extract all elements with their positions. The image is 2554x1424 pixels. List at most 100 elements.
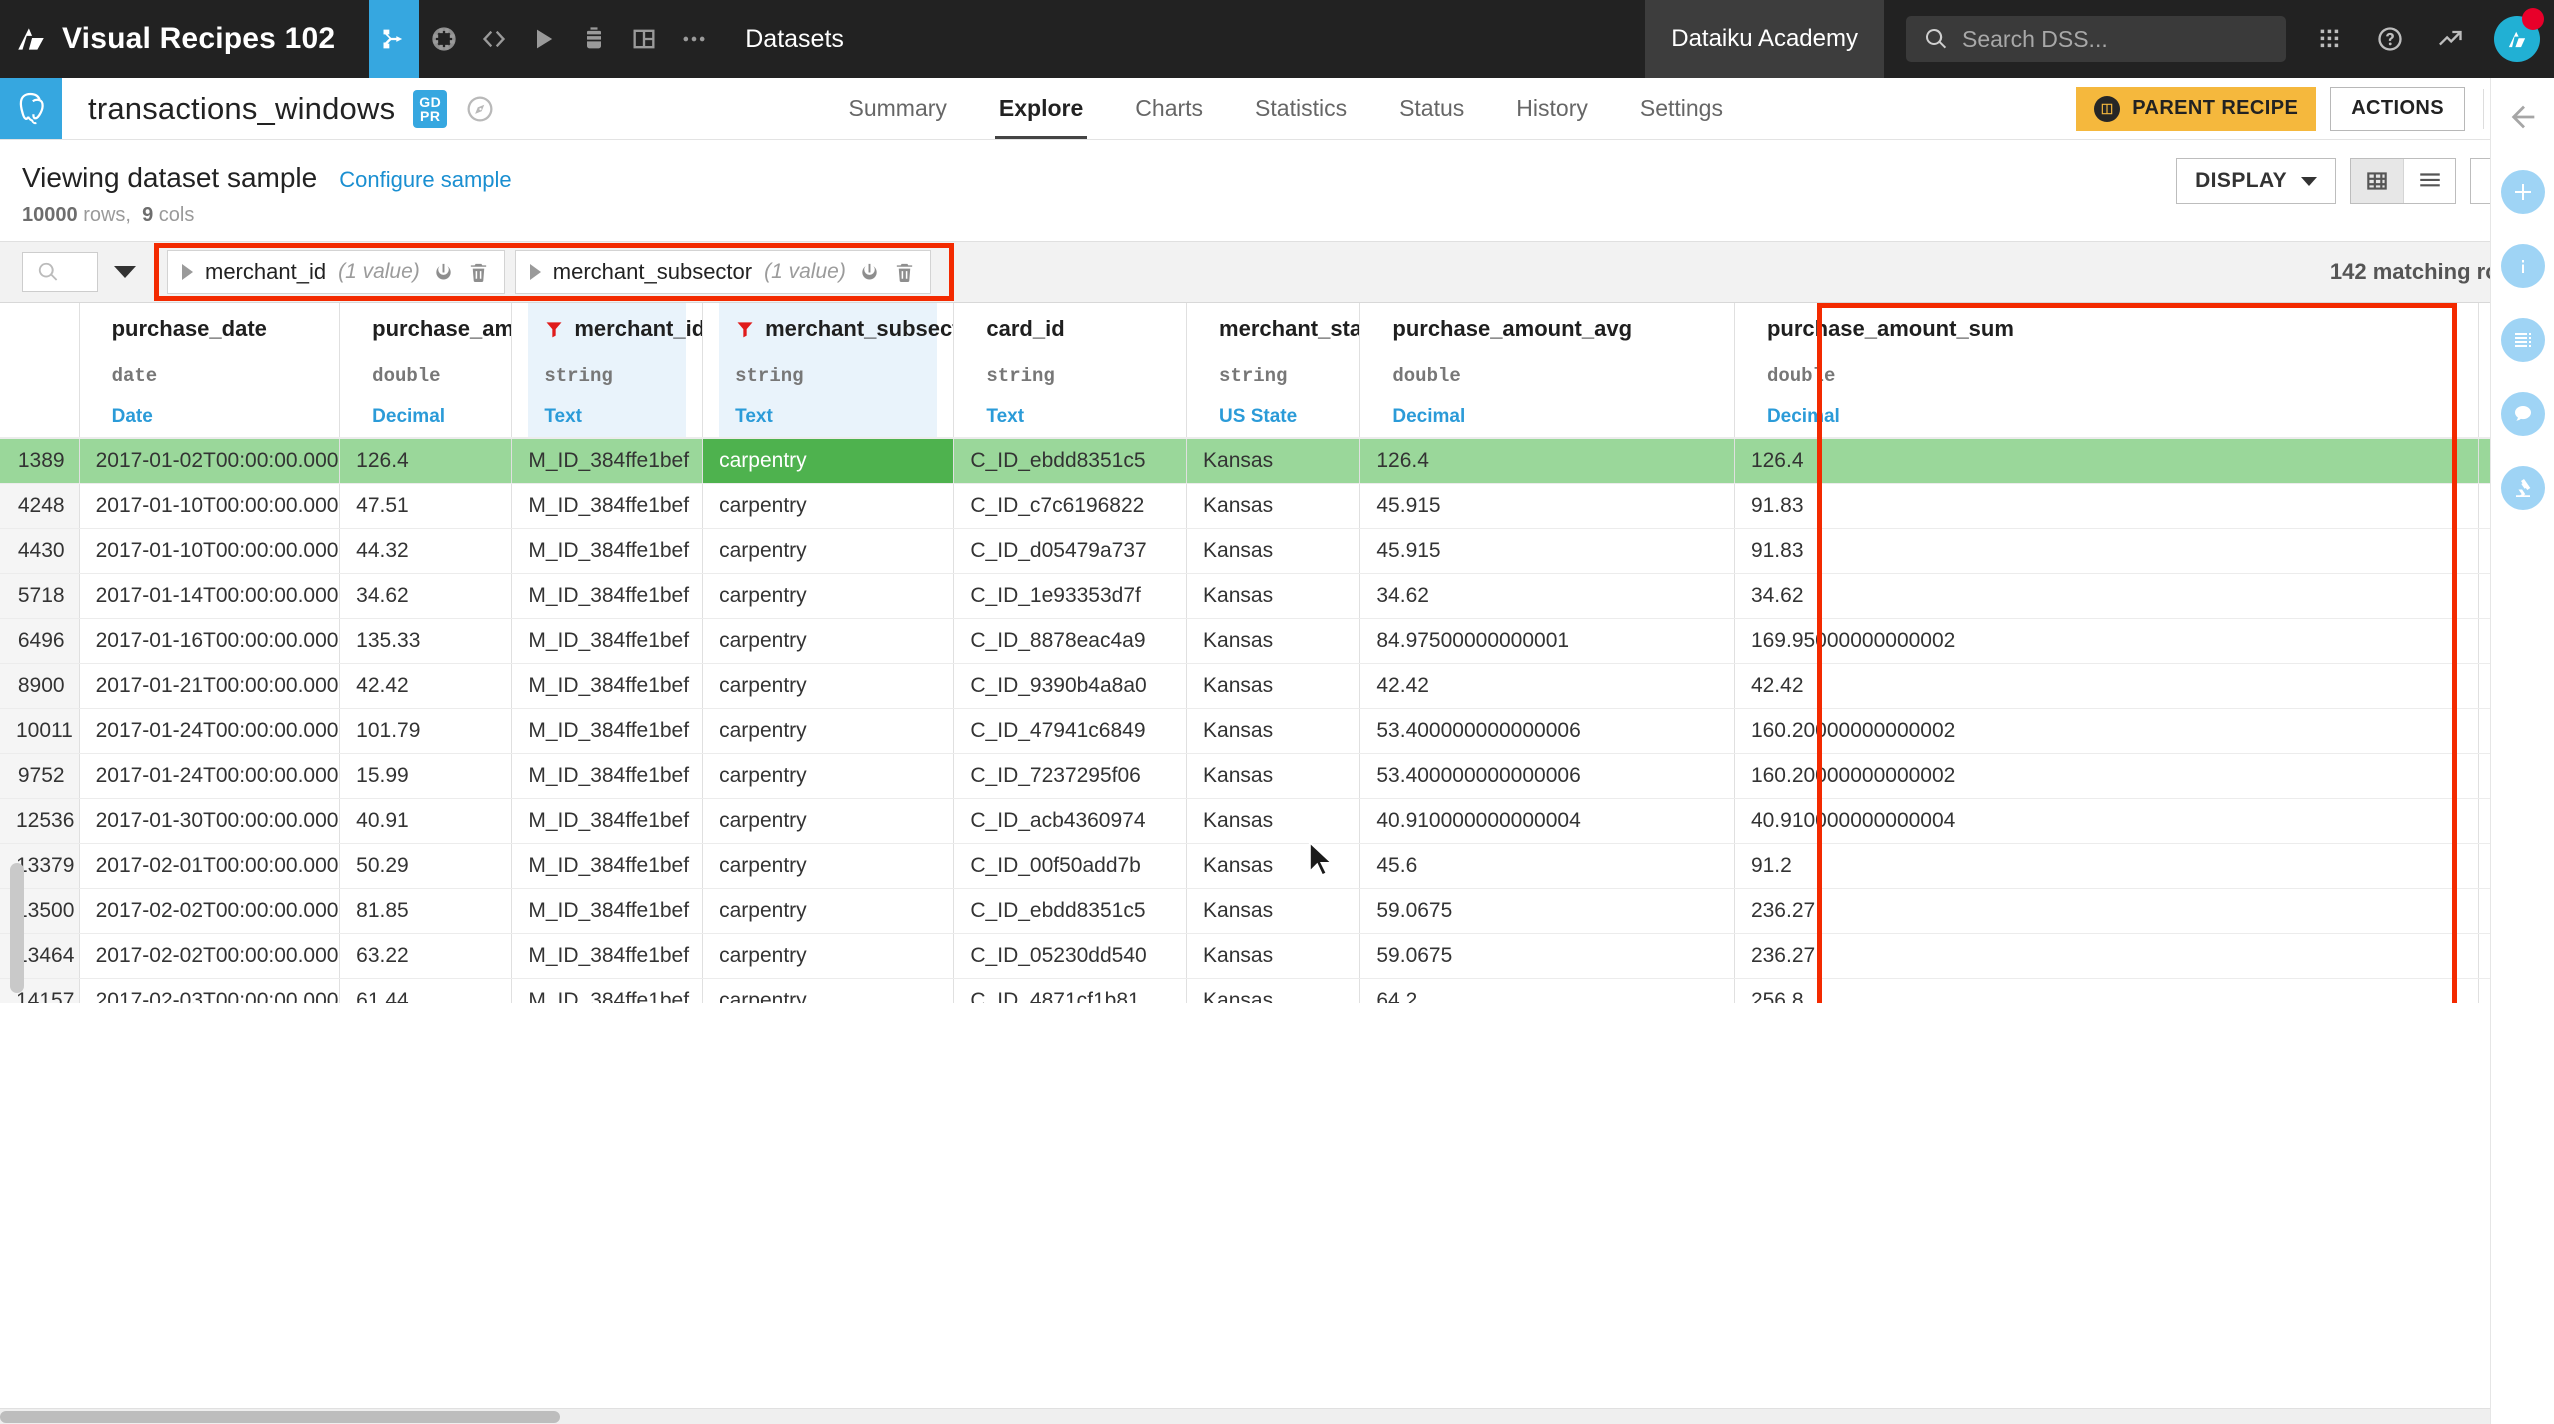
cell-purchase_amount[interactable]: 61.44: [340, 979, 512, 1004]
run-icon[interactable]: [519, 0, 569, 78]
cell-merchant_state[interactable]: Kansas: [1187, 619, 1360, 664]
cell-merchant_state[interactable]: Kansas: [1187, 574, 1360, 619]
column-header-purchase-amount[interactable]: purchase_amount double Decimal: [340, 303, 512, 438]
tab-charts[interactable]: Charts: [1109, 78, 1229, 139]
column-meaning[interactable]: Decimal: [1751, 397, 2463, 437]
column-meaning[interactable]: Decimal: [356, 397, 495, 437]
display-button[interactable]: DISPLAY: [2176, 158, 2336, 204]
dashboard-icon[interactable]: [619, 0, 669, 78]
dataiku-bird-logo[interactable]: [0, 0, 62, 78]
cell-merchant_subsector[interactable]: carpentry: [703, 754, 954, 799]
table-row[interactable]: 13892017-01-02T00:00:00.000Z126.4M_ID_38…: [0, 439, 2554, 484]
cell-purchase_amount_sum[interactable]: 169.95000000000002: [1734, 619, 2479, 664]
table-row[interactable]: 97522017-01-24T00:00:00.000Z15.99M_ID_38…: [0, 754, 2554, 799]
cell-purchase_amount_sum[interactable]: 91.83: [1734, 484, 2479, 529]
table-row[interactable]: 125362017-01-30T00:00:00.000Z40.91M_ID_3…: [0, 799, 2554, 844]
lab-microscope-icon[interactable]: [2501, 466, 2545, 510]
cell-purchase_amount_avg[interactable]: 59.0675: [1360, 889, 1735, 934]
cell-merchant_id[interactable]: M_ID_384ffe1bef: [512, 979, 703, 1004]
lab-icon[interactable]: [419, 0, 469, 78]
cell-purchase_amount[interactable]: 44.32: [340, 529, 512, 574]
cell-merchant_state[interactable]: Kansas: [1187, 439, 1360, 484]
cell-purchase_date[interactable]: 2017-01-02T00:00:00.000Z: [79, 439, 340, 484]
more-icon[interactable]: [669, 0, 719, 78]
cell-card_id[interactable]: C_ID_1e93353d7f: [954, 574, 1187, 619]
cell-purchase_amount_avg[interactable]: 40.910000000000004: [1360, 799, 1735, 844]
trending-icon[interactable]: [2420, 0, 2480, 78]
cell-purchase_amount[interactable]: 126.4: [340, 439, 512, 484]
project-name[interactable]: Visual Recipes 102: [62, 0, 369, 78]
cell-merchant_id[interactable]: M_ID_384ffe1bef: [512, 709, 703, 754]
cell-purchase_amount[interactable]: 47.51: [340, 484, 512, 529]
cell-purchase_amount_avg[interactable]: 53.400000000000006: [1360, 754, 1735, 799]
cell-merchant_subsector[interactable]: carpentry: [703, 619, 954, 664]
cell-merchant_subsector[interactable]: carpentry: [703, 664, 954, 709]
trash-icon[interactable]: [893, 261, 916, 284]
power-icon[interactable]: [858, 261, 881, 284]
add-icon[interactable]: [2501, 170, 2545, 214]
table-row[interactable]: 141572017-02-03T00:00:00.000Z61.44M_ID_3…: [0, 979, 2554, 1004]
cell-purchase_date[interactable]: 2017-02-02T00:00:00.000Z: [79, 934, 340, 979]
column-meaning[interactable]: Decimal: [1376, 397, 1718, 437]
code-icon[interactable]: [469, 0, 519, 78]
avatar[interactable]: [2480, 0, 2554, 78]
table-row[interactable]: 42482017-01-10T00:00:00.000Z47.51M_ID_38…: [0, 484, 2554, 529]
cell-purchase_amount[interactable]: 34.62: [340, 574, 512, 619]
cell-merchant_state[interactable]: Kansas: [1187, 889, 1360, 934]
column-search-input[interactable]: [22, 252, 98, 292]
column-meaning[interactable]: Date: [96, 397, 324, 437]
apps-grid-icon[interactable]: [2300, 0, 2360, 78]
table-row[interactable]: 134642017-02-02T00:00:00.000Z63.22M_ID_3…: [0, 934, 2554, 979]
cell-card_id[interactable]: C_ID_c7c6196822: [954, 484, 1187, 529]
cell-purchase_amount_sum[interactable]: 91.2: [1734, 844, 2479, 889]
collapse-panel-icon[interactable]: [2506, 94, 2540, 140]
column-meaning[interactable]: Text: [970, 397, 1170, 437]
table-row[interactable]: 57182017-01-14T00:00:00.000Z34.62M_ID_38…: [0, 574, 2554, 619]
table-row[interactable]: 133792017-02-01T00:00:00.000Z50.29M_ID_3…: [0, 844, 2554, 889]
cell-merchant_id[interactable]: M_ID_384ffe1bef: [512, 844, 703, 889]
cell-purchase_amount_sum[interactable]: 236.27: [1734, 889, 2479, 934]
cell-purchase_date[interactable]: 2017-01-10T00:00:00.000Z: [79, 484, 340, 529]
cell-purchase_amount_sum[interactable]: 256.8: [1734, 979, 2479, 1004]
cell-purchase_amount_sum[interactable]: 34.62: [1734, 574, 2479, 619]
cell-merchant_id[interactable]: M_ID_384ffe1bef: [512, 934, 703, 979]
cell-purchase_amount_sum[interactable]: 236.27: [1734, 934, 2479, 979]
trash-icon[interactable]: [467, 261, 490, 284]
cell-merchant_state[interactable]: Kansas: [1187, 934, 1360, 979]
cell-purchase_amount_avg[interactable]: 59.0675: [1360, 934, 1735, 979]
compass-icon[interactable]: [465, 94, 495, 124]
cell-purchase_amount_avg[interactable]: 45.915: [1360, 529, 1735, 574]
cell-purchase_amount[interactable]: 50.29: [340, 844, 512, 889]
cell-merchant_id[interactable]: M_ID_384ffe1bef: [512, 619, 703, 664]
search-input[interactable]: Search DSS...: [1906, 16, 2286, 62]
cell-purchase_amount_avg[interactable]: 34.62: [1360, 574, 1735, 619]
cell-purchase_date[interactable]: 2017-01-24T00:00:00.000Z: [79, 709, 340, 754]
cell-purchase_amount_sum[interactable]: 160.20000000000002: [1734, 754, 2479, 799]
cell-merchant_state[interactable]: Kansas: [1187, 529, 1360, 574]
filter-chip-merchant-subsector[interactable]: merchant_subsector (1 value): [515, 250, 931, 294]
tab-history[interactable]: History: [1490, 78, 1614, 139]
discussion-icon[interactable]: [2501, 392, 2545, 436]
cell-card_id[interactable]: C_ID_05230dd540: [954, 934, 1187, 979]
cell-merchant_id[interactable]: M_ID_384ffe1bef: [512, 529, 703, 574]
cell-purchase_amount_avg[interactable]: 45.6: [1360, 844, 1735, 889]
jobs-icon[interactable]: [569, 0, 619, 78]
tab-explore[interactable]: Explore: [973, 78, 1109, 139]
cell-purchase_amount_avg[interactable]: 84.97500000000001: [1360, 619, 1735, 664]
cell-purchase_amount[interactable]: 81.85: [340, 889, 512, 934]
help-icon[interactable]: [2360, 0, 2420, 78]
cell-purchase_amount_avg[interactable]: 45.915: [1360, 484, 1735, 529]
column-meaning[interactable]: Text: [528, 397, 686, 437]
cell-purchase_date[interactable]: 2017-01-24T00:00:00.000Z: [79, 754, 340, 799]
column-header-merchant-subsector[interactable]: merchant_subsector string Text: [703, 303, 954, 438]
cell-purchase_amount[interactable]: 42.42: [340, 664, 512, 709]
cell-merchant_state[interactable]: Kansas: [1187, 709, 1360, 754]
cell-purchase_date[interactable]: 2017-01-21T00:00:00.000Z: [79, 664, 340, 709]
cell-purchase_amount_avg[interactable]: 42.42: [1360, 664, 1735, 709]
cell-card_id[interactable]: C_ID_4871cf1b81: [954, 979, 1187, 1004]
parent-recipe-button[interactable]: PARENT RECIPE: [2076, 87, 2316, 131]
details-icon[interactable]: [2501, 318, 2545, 362]
configure-sample-link[interactable]: Configure sample: [339, 167, 511, 193]
cell-merchant_subsector[interactable]: carpentry: [703, 889, 954, 934]
cell-merchant_subsector[interactable]: carpentry: [703, 439, 954, 484]
